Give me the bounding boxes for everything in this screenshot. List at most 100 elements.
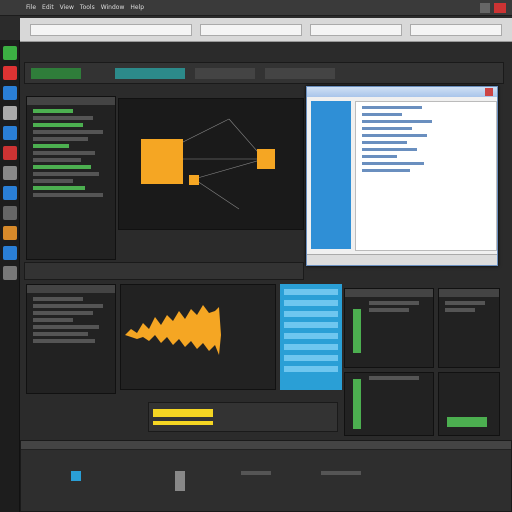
timeline[interactable] bbox=[148, 402, 338, 432]
mixer-row[interactable] bbox=[369, 308, 409, 312]
list-item[interactable] bbox=[33, 193, 103, 197]
minimize-icon[interactable] bbox=[480, 3, 490, 13]
properties-panel bbox=[26, 284, 116, 394]
property-row[interactable] bbox=[33, 318, 73, 322]
mixer-row[interactable] bbox=[369, 376, 419, 380]
menu-window[interactable]: Window bbox=[101, 4, 125, 11]
node-block[interactable] bbox=[257, 149, 275, 169]
property-row[interactable] bbox=[33, 311, 93, 315]
menu-view[interactable]: View bbox=[60, 4, 74, 11]
property-row[interactable] bbox=[33, 325, 99, 329]
track-item[interactable] bbox=[284, 289, 338, 295]
node-block[interactable] bbox=[189, 175, 199, 185]
list-item[interactable] bbox=[33, 109, 73, 113]
menu-help[interactable]: Help bbox=[130, 4, 144, 11]
app-icon[interactable] bbox=[2, 86, 17, 100]
list-item[interactable] bbox=[33, 179, 73, 183]
menu-tools[interactable]: Tools bbox=[80, 4, 95, 11]
clip[interactable] bbox=[153, 409, 213, 417]
list-item[interactable] bbox=[33, 165, 91, 169]
list-item[interactable] bbox=[33, 137, 88, 141]
app-icon[interactable] bbox=[2, 206, 17, 220]
list-item[interactable] bbox=[362, 120, 432, 123]
toolbar bbox=[20, 18, 512, 42]
list-item[interactable] bbox=[33, 172, 99, 176]
toolbar-field-2[interactable] bbox=[200, 24, 302, 36]
app-icon[interactable] bbox=[2, 126, 17, 140]
property-row[interactable] bbox=[33, 304, 103, 308]
timeline-toolbar bbox=[24, 262, 304, 280]
list-item[interactable] bbox=[362, 127, 412, 130]
list-item[interactable] bbox=[33, 123, 83, 127]
level-meter bbox=[353, 309, 361, 353]
panel-header bbox=[345, 289, 433, 298]
track-item[interactable] bbox=[284, 366, 338, 372]
app-icon[interactable] bbox=[2, 46, 17, 60]
viewport[interactable] bbox=[118, 98, 304, 230]
node-block[interactable] bbox=[141, 139, 183, 184]
list-item[interactable] bbox=[33, 144, 69, 148]
track-item[interactable] bbox=[284, 322, 338, 328]
list-item[interactable] bbox=[33, 151, 95, 155]
mixer-row[interactable] bbox=[445, 301, 485, 305]
toolbar-field-4[interactable] bbox=[410, 24, 502, 36]
track-item[interactable] bbox=[284, 311, 338, 317]
app-icon[interactable] bbox=[2, 106, 17, 120]
panel-header bbox=[27, 97, 115, 106]
list-item[interactable] bbox=[33, 186, 85, 190]
list-item[interactable] bbox=[362, 106, 422, 109]
app-icon[interactable] bbox=[2, 266, 17, 280]
list-item[interactable] bbox=[362, 169, 410, 172]
list-item[interactable] bbox=[362, 162, 424, 165]
menu-bar: File Edit View Tools Window Help bbox=[0, 0, 512, 16]
track-item[interactable] bbox=[284, 355, 338, 361]
folder-icon[interactable] bbox=[2, 226, 17, 240]
list-item[interactable] bbox=[362, 148, 417, 151]
taskbar bbox=[0, 40, 20, 512]
list-item[interactable] bbox=[362, 155, 397, 158]
list-item[interactable] bbox=[33, 158, 81, 162]
list-item[interactable] bbox=[362, 134, 427, 137]
close-icon[interactable] bbox=[485, 88, 493, 96]
close-icon[interactable] bbox=[494, 3, 506, 13]
toolbar-field-3[interactable] bbox=[310, 24, 402, 36]
toolbar-button[interactable] bbox=[195, 68, 255, 79]
dialog-sidebar[interactable] bbox=[311, 101, 351, 249]
toolbar-field-1[interactable] bbox=[30, 24, 192, 36]
toolbar-button[interactable] bbox=[115, 68, 185, 79]
list-item[interactable] bbox=[33, 130, 103, 134]
mixer-panel-2 bbox=[438, 288, 500, 368]
panel-header bbox=[21, 441, 511, 450]
mixer-row[interactable] bbox=[445, 308, 475, 312]
mixer-panel-1 bbox=[344, 288, 434, 368]
app-icon[interactable] bbox=[71, 471, 81, 481]
toolbar-button[interactable] bbox=[265, 68, 335, 79]
window-title bbox=[307, 87, 497, 97]
mixer-panel-4 bbox=[438, 372, 500, 436]
list-item[interactable] bbox=[33, 116, 93, 120]
app-icon[interactable] bbox=[2, 246, 17, 260]
clip[interactable] bbox=[153, 421, 213, 425]
list-item[interactable] bbox=[362, 141, 407, 144]
waveform bbox=[125, 305, 221, 355]
track-list bbox=[280, 284, 342, 390]
track-item[interactable] bbox=[284, 333, 338, 339]
property-row[interactable] bbox=[33, 339, 95, 343]
property-row[interactable] bbox=[33, 332, 88, 336]
app-icon[interactable] bbox=[2, 166, 17, 180]
mixer-row[interactable] bbox=[369, 301, 419, 305]
level-meter bbox=[447, 417, 487, 427]
app-icon[interactable] bbox=[2, 186, 17, 200]
level-meter bbox=[353, 379, 361, 429]
toolbar-button[interactable] bbox=[31, 68, 81, 79]
track-item[interactable] bbox=[284, 344, 338, 350]
folder-icon[interactable] bbox=[175, 471, 185, 491]
property-row[interactable] bbox=[33, 297, 83, 301]
app-icon[interactable] bbox=[2, 146, 17, 160]
menu-edit[interactable]: Edit bbox=[42, 4, 54, 11]
app-icon[interactable] bbox=[2, 66, 17, 80]
menu-file[interactable]: File bbox=[26, 4, 36, 11]
list-item[interactable] bbox=[362, 113, 402, 116]
waveform-panel[interactable] bbox=[120, 284, 276, 390]
track-item[interactable] bbox=[284, 300, 338, 306]
